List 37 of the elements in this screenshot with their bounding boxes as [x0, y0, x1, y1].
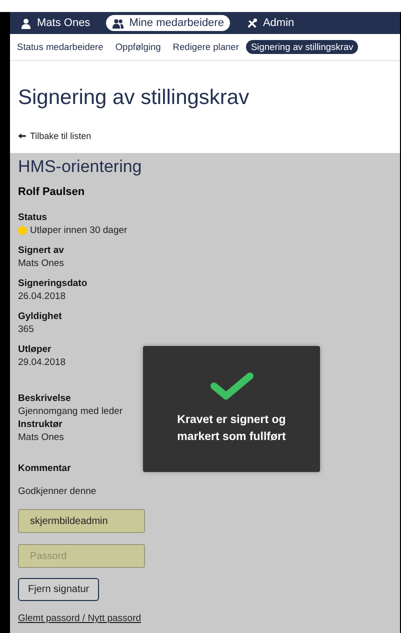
requirement-title: HMS-orientering	[18, 157, 142, 177]
nav-tab[interactable]: Admin	[240, 15, 300, 31]
page-title: Signering av stillingskrav	[18, 86, 250, 110]
checkmark-icon	[210, 372, 254, 400]
field-value: Mats Ones	[18, 257, 64, 270]
person-icon	[20, 18, 32, 28]
nav-tab[interactable]: Mine medarbeidere	[106, 15, 230, 31]
field-value: 365	[18, 323, 35, 336]
sub-tab[interactable]: Signering av stillingskrav	[246, 40, 358, 54]
back-arrow-icon	[18, 133, 26, 139]
field-label: Instruktør	[18, 418, 64, 431]
remove-signature-button[interactable]: Fjern signatur	[18, 578, 100, 601]
field-label: Utløper	[18, 343, 52, 356]
field-label: Kommentar	[18, 462, 71, 475]
password-field[interactable]: Passord	[18, 544, 145, 568]
tools-icon	[246, 18, 258, 28]
back-link[interactable]: Tilbake til listen	[18, 131, 92, 141]
people-icon	[112, 18, 124, 28]
field-value: Gjennomgang med leder	[18, 405, 123, 418]
field-value: 26.04.2018	[18, 290, 67, 303]
field-value: Mats Ones	[18, 431, 65, 444]
status-text: Utløper innen 30 dager	[30, 224, 128, 237]
sub-tab[interactable]: Redigere planer	[168, 40, 244, 54]
comment-text: Godkjenner denne	[18, 485, 96, 498]
field-label: Signeringsdato	[18, 277, 88, 290]
field-value: 29.04.2018	[18, 356, 66, 369]
forgot-password-link[interactable]: Glemt passord / Nytt passord	[18, 613, 142, 624]
employee-name: Rolf Paulsen	[18, 186, 85, 198]
toast-message: Kravet er signert og markert som fullført	[176, 413, 287, 445]
username-field[interactable]: skjermbildeadmin	[18, 509, 145, 533]
field-label: Status	[18, 211, 48, 224]
field-label: Beskrivelse	[18, 392, 72, 405]
nav-tab[interactable]: Mats Ones	[14, 15, 96, 31]
sub-tab[interactable]: Oppfølging	[110, 40, 166, 54]
field-label: Signert av	[18, 244, 64, 257]
field-label: Gyldighet	[18, 310, 62, 323]
sub-tab[interactable]: Status medarbeidere	[12, 40, 108, 54]
